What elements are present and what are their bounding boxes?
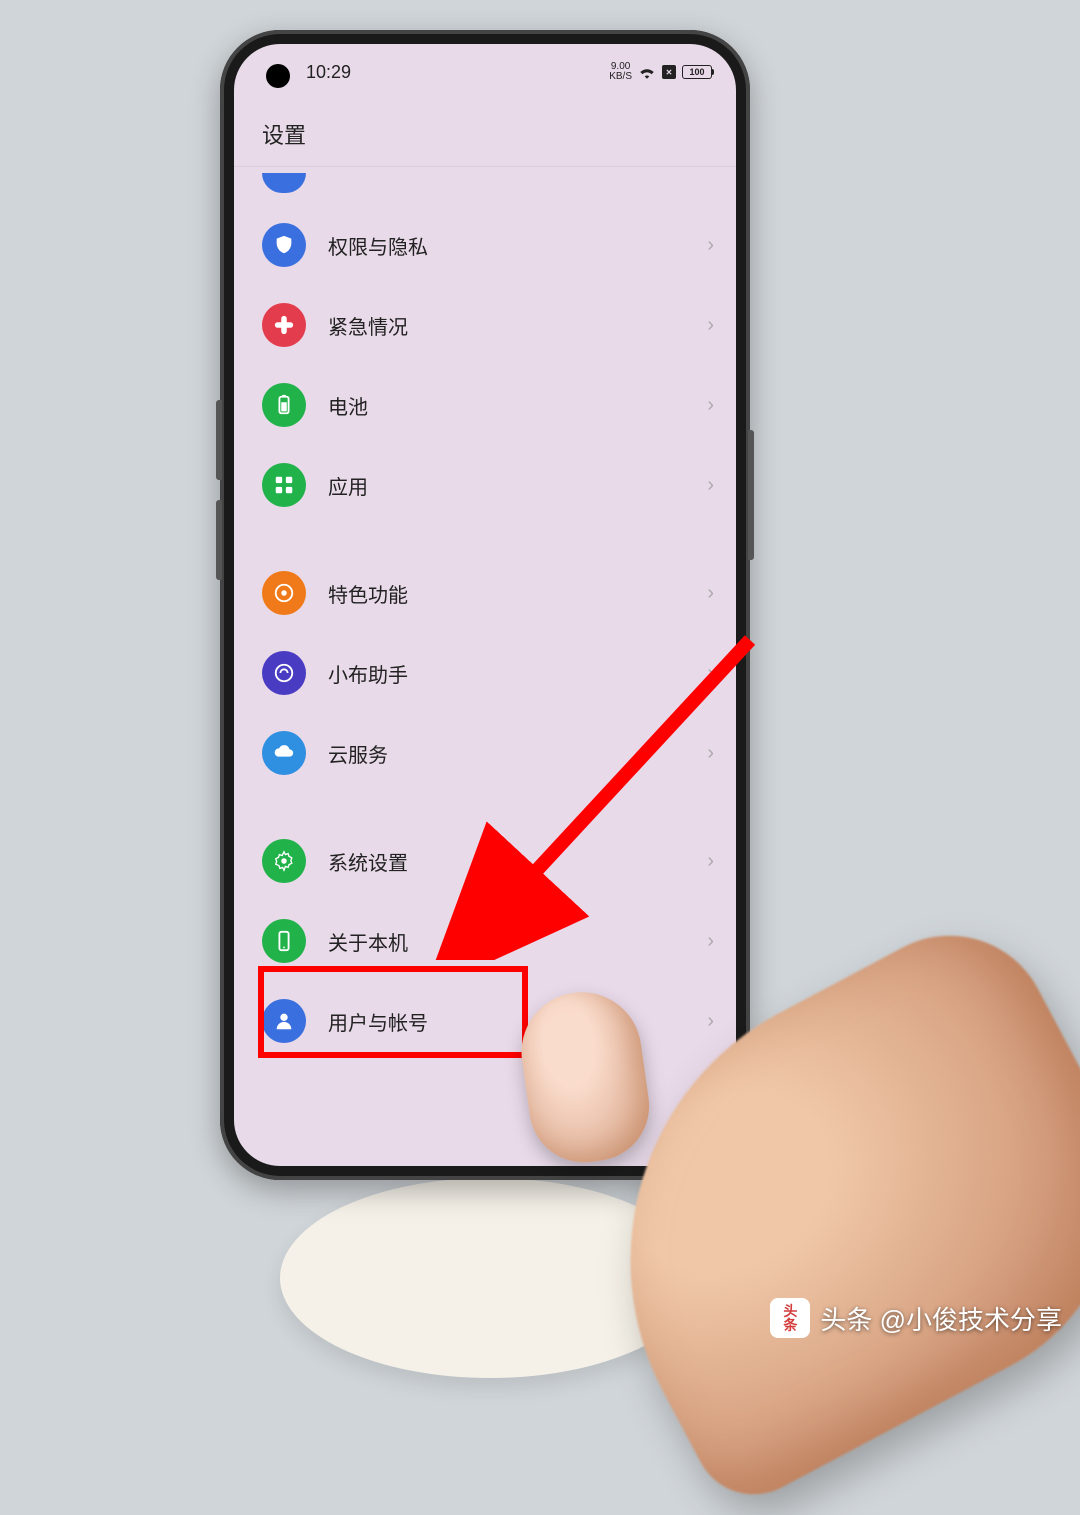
settings-item-label: 小布助手 [328, 659, 685, 688]
settings-item-users[interactable]: 用户与帐号› [234, 981, 736, 1061]
volume-down-button [216, 500, 222, 580]
user-icon [262, 999, 306, 1043]
chevron-right-icon: › [707, 930, 714, 953]
status-bar: 10:29 9.00 KB/S ✕ 100 [234, 44, 736, 100]
chevron-right-icon: › [707, 394, 714, 417]
volte-icon: ✕ [662, 65, 676, 79]
settings-item-label: 特色功能 [328, 579, 685, 608]
settings-item-system[interactable]: 系统设置 › [234, 821, 736, 901]
battery-icon: 100 [682, 65, 712, 79]
chevron-right-icon: › [707, 662, 714, 685]
settings-item-battery[interactable]: 电池 › [234, 365, 736, 445]
watermark-text: 头条 @小俊技术分享 [820, 1300, 1062, 1337]
settings-item-emergency[interactable]: 紧急情况 › [234, 285, 736, 365]
settings-item-assistant[interactable]: 小布助手 › [234, 633, 736, 713]
settings-item-label: 关于本机 [328, 927, 685, 956]
chevron-right-icon: › [707, 582, 714, 605]
settings-item-label: 权限与隐私 [328, 231, 685, 260]
settings-item-privacy[interactable]: 权限与隐私 › [234, 205, 736, 285]
wifi-icon [638, 65, 656, 79]
chevron-right-icon: › [707, 474, 714, 497]
gear-icon [262, 839, 306, 883]
chevron-right-icon: › [707, 234, 714, 257]
svg-text:✕: ✕ [666, 68, 673, 77]
grid-icon [262, 463, 306, 507]
chevron-right-icon: › [707, 742, 714, 765]
settings-item-label: 系统设置 [328, 847, 685, 876]
chevron-right-icon: › [707, 314, 714, 337]
settings-item-label: 云服务 [328, 739, 685, 768]
volume-up-button [216, 400, 222, 480]
page-title: 设置 [234, 100, 736, 167]
settings-item-apps[interactable]: 应用 › [234, 445, 736, 525]
chevron-right-icon: › [707, 850, 714, 873]
watermark: 头条 头条 @小俊技术分享 [770, 1298, 1062, 1338]
settings-item-label: 电池 [328, 391, 685, 420]
phone-body: 10:29 9.00 KB/S ✕ 100 设置 权限与隐私›紧急情况›电池›应… [220, 30, 750, 1180]
settings-item-label: 紧急情况 [328, 311, 685, 340]
chevron-right-icon: › [707, 1010, 714, 1033]
camera-punch-hole [266, 64, 290, 88]
medical-icon [262, 303, 306, 347]
settings-list[interactable]: 权限与隐私›紧急情况›电池›应用›特色功能›小布助手›云服务›系统设置›关于本机… [234, 167, 736, 1067]
battery-icon [262, 383, 306, 427]
settings-item-cloud[interactable]: 云服务 › [234, 713, 736, 793]
cloud-icon [262, 731, 306, 775]
phone-icon [262, 919, 306, 963]
assistant-icon [262, 651, 306, 695]
group-gap [234, 525, 736, 553]
settings-item-label: 应用 [328, 471, 685, 500]
settings-item-special[interactable]: 特色功能 › [234, 553, 736, 633]
phone-screen: 10:29 9.00 KB/S ✕ 100 设置 权限与隐私›紧急情况›电池›应… [234, 44, 736, 1166]
settings-item-about[interactable]: 关于本机 › [234, 901, 736, 981]
power-button [748, 430, 754, 560]
group-gap [234, 793, 736, 821]
watermark-logo: 头条 [770, 1298, 810, 1338]
net-speed: 9.00 KB/S [609, 62, 632, 82]
status-right: 9.00 KB/S ✕ 100 [609, 62, 712, 82]
shield-icon [262, 223, 306, 267]
partial-previous-item [262, 173, 736, 193]
status-time: 10:29 [306, 62, 351, 83]
star-icon [262, 571, 306, 615]
